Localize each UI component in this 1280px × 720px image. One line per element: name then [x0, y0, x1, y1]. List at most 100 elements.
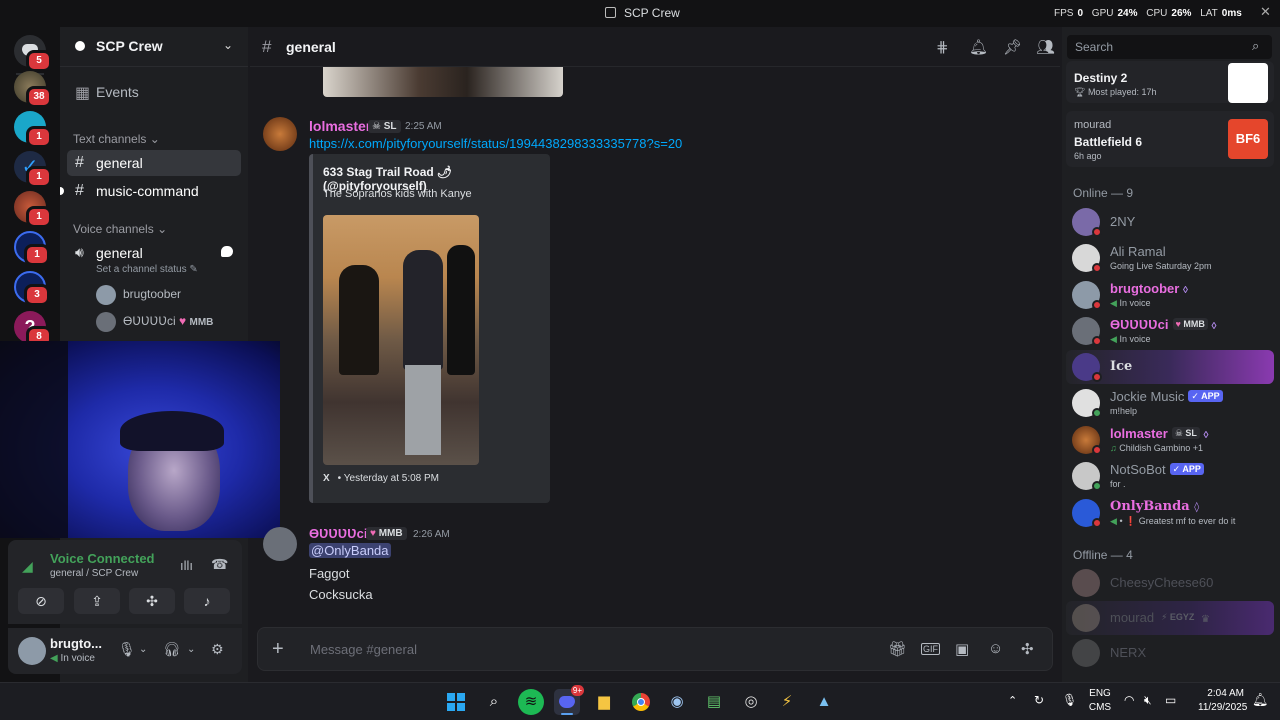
- activity-card[interactable]: Destiny 2 🏆︎ Most played: 17h: [1066, 61, 1274, 103]
- user-mention[interactable]: @OnlyBanda: [309, 543, 391, 558]
- battery-icon[interactable]: ▭: [1165, 693, 1176, 707]
- avatar[interactable]: [263, 117, 297, 151]
- username[interactable]: brugto...: [50, 636, 102, 651]
- text-channels-header[interactable]: Text channels ⌄: [73, 132, 160, 146]
- user-status: ◀︎ In voice: [50, 653, 95, 664]
- server-icon[interactable]: ?8: [14, 311, 52, 348]
- chevron-down-icon[interactable]: ⌄: [139, 644, 147, 655]
- steam-icon[interactable]: ◉: [664, 689, 690, 715]
- apps-icon[interactable]: ✣: [1021, 640, 1034, 658]
- language-indicator[interactable]: ENG CMS: [1086, 687, 1114, 715]
- search-icon[interactable]: ⌕: [481, 689, 507, 715]
- chevron-up-icon[interactable]: ⌃: [1008, 694, 1017, 707]
- discord-taskbar-icon[interactable]: 9+: [554, 685, 584, 715]
- hash-icon: #: [75, 182, 84, 199]
- app-icon[interactable]: ◎: [738, 689, 764, 715]
- plus-icon[interactable]: +: [272, 638, 284, 661]
- disconnect-icon[interactable]: ☎: [211, 556, 228, 573]
- member-list-icon[interactable]: 👥︎: [1036, 38, 1055, 56]
- message-author[interactable]: lolmaster: [309, 118, 371, 134]
- member-item[interactable]: mourad ⚡ EGYZ ♛: [1066, 601, 1274, 635]
- activities-button[interactable]: ✣: [129, 588, 175, 614]
- member-item[interactable]: NERX: [1066, 636, 1274, 670]
- headphones-icon[interactable]: 🎧︎: [163, 641, 181, 658]
- member-item[interactable]: lolmaster ☠ SL ◊ ♫ Childish Gambino +1: [1066, 423, 1274, 457]
- voice-channel-general[interactable]: 🔊︎ general: [67, 240, 241, 266]
- soundboard-button[interactable]: ♪: [184, 588, 230, 614]
- start-button[interactable]: [443, 689, 469, 715]
- member-item[interactable]: Jockie Music ✓ APP m!help: [1066, 386, 1274, 420]
- app-icon[interactable]: ⚡: [774, 689, 800, 715]
- search-icon: ⌕: [1252, 38, 1260, 53]
- app-icon[interactable]: ▤: [701, 689, 727, 715]
- message-link[interactable]: https://x.com/pityforyourself/status/199…: [309, 136, 682, 151]
- clock[interactable]: 2:04 AM 11/29/2025: [1198, 687, 1247, 715]
- avatar: [96, 312, 116, 332]
- server-icon[interactable]: 1: [14, 191, 52, 228]
- channel-status[interactable]: Set a channel status ✎: [96, 264, 198, 275]
- bell-icon[interactable]: 🔔︎: [969, 38, 988, 56]
- video-stream-preview[interactable]: [0, 341, 280, 538]
- server-icon[interactable]: ✓1: [14, 151, 52, 188]
- notification-badge: 9+: [570, 685, 584, 696]
- server-icon[interactable]: 1: [14, 231, 50, 266]
- search-input[interactable]: [1073, 38, 1243, 56]
- close-icon[interactable]: ✕: [1260, 4, 1271, 20]
- voice-channels-header[interactable]: Voice channels ⌄: [73, 222, 167, 236]
- events-item[interactable]: ▦ Events: [67, 79, 241, 105]
- chrome-icon[interactable]: [628, 689, 654, 715]
- avatar[interactable]: [263, 527, 297, 561]
- member-item[interactable]: CheesyCheese60: [1066, 566, 1274, 600]
- window-title: SCP Crew: [605, 6, 680, 20]
- channel-music-command[interactable]: # music-command: [60, 178, 241, 204]
- sticker-icon[interactable]: ▣: [955, 640, 969, 658]
- member-item[interactable]: NotSoBot ✓ APP for .: [1066, 459, 1274, 493]
- member-item[interactable]: ƟƲƲƲƲcі ♥ MMB ◊ ◀︎ In voice: [1066, 314, 1274, 348]
- direct-messages-button[interactable]: 5: [14, 35, 52, 72]
- file-explorer-icon[interactable]: ▆: [591, 689, 617, 715]
- embed-image[interactable]: [323, 215, 479, 465]
- channel-general[interactable]: # general: [67, 150, 241, 176]
- member-item[interactable]: Ali Ramal Going Live Saturday 2pm: [1066, 241, 1274, 275]
- message-author[interactable]: ƟƲƲƲƲcі: [309, 526, 368, 541]
- wifi-icon[interactable]: ◠: [1124, 693, 1134, 707]
- sync-icon[interactable]: ↻: [1034, 693, 1044, 707]
- member-item[interactable]: brugtoober ◊ ◀︎ In voice: [1066, 278, 1274, 312]
- chat-header: # general ⋕ 🔔︎ 📌︎ 👥︎: [250, 27, 1060, 67]
- member-item[interactable]: 2NY: [1066, 205, 1274, 239]
- spotify-icon[interactable]: ≋: [518, 689, 544, 715]
- camera-off-button[interactable]: ⊘: [18, 588, 64, 614]
- previous-image[interactable]: [323, 67, 563, 97]
- notification-bell-icon[interactable]: 🔔︎: [1252, 692, 1269, 708]
- server-header[interactable]: SCP Crew ⌄: [60, 27, 248, 67]
- activity-card[interactable]: mourad Battlefield 6 6h ago BF6: [1066, 111, 1274, 167]
- avatar[interactable]: [18, 637, 46, 665]
- server-icon[interactable]: 1: [14, 111, 52, 148]
- emoji-icon[interactable]: ☺: [988, 640, 1003, 657]
- microphone-icon[interactable]: 🎙︎: [1062, 693, 1077, 707]
- voice-location[interactable]: general / SCP Crew: [50, 568, 138, 579]
- chat-bubble-icon[interactable]: [221, 246, 233, 257]
- chevron-down-icon[interactable]: ⌄: [187, 644, 195, 655]
- message-list: lolmaster ☠ SL 2:25 AM https://x.com/pit…: [250, 67, 1060, 623]
- screen-share-button[interactable]: ⇪: [74, 588, 120, 614]
- app-icon[interactable]: ▲: [811, 689, 837, 715]
- title-bar: SCP Crew FPS 0 GPU 24% CPU 26% LAT 0ms ✕: [0, 0, 1280, 27]
- noise-suppression-icon[interactable]: ıllı: [180, 558, 193, 573]
- server-icon[interactable]: 3: [14, 271, 50, 306]
- calendar-icon: ▦: [75, 85, 91, 102]
- heart-icon: ♥: [179, 314, 187, 328]
- member-item[interactable]: Ice: [1066, 350, 1274, 384]
- server-icon[interactable]: 38: [14, 71, 52, 108]
- volume-muted-icon[interactable]: 🔇︎: [1144, 693, 1152, 708]
- message-input[interactable]: [308, 638, 808, 660]
- microphone-icon[interactable]: 🎙︎: [118, 641, 136, 658]
- gif-icon[interactable]: GIF: [921, 643, 940, 655]
- signal-icon: ◢: [22, 558, 33, 574]
- voice-connected-label[interactable]: Voice Connected: [50, 551, 155, 566]
- pin-icon[interactable]: 📌︎: [1003, 38, 1022, 56]
- gift-icon[interactable]: 🎁︎: [888, 640, 907, 658]
- member-item[interactable]: OnlyBanda ◊ ◀︎ • ❗ Greatest mf to ever d…: [1066, 496, 1274, 530]
- threads-icon[interactable]: ⋕: [936, 38, 949, 56]
- gear-icon[interactable]: ⚙: [211, 641, 224, 658]
